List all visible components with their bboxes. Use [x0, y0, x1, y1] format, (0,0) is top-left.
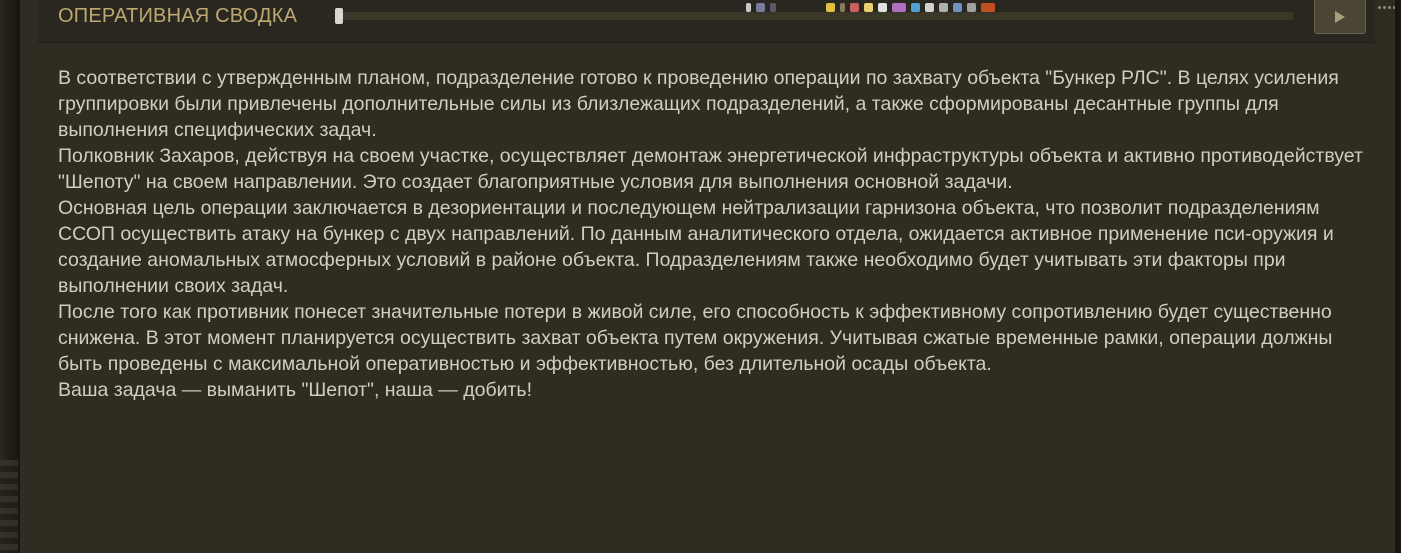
tray-icon[interactable]	[746, 2, 751, 12]
tray-icon[interactable]	[911, 2, 920, 12]
left-decoration	[0, 460, 18, 553]
tray-icon[interactable]	[850, 2, 859, 12]
play-button[interactable]	[1314, 0, 1366, 34]
tray-icon[interactable]	[981, 2, 995, 12]
audio-progress-thumb[interactable]	[335, 8, 343, 24]
right-border	[1395, 0, 1401, 553]
tray-icon[interactable]	[840, 2, 845, 12]
tray-icon[interactable]	[770, 2, 776, 12]
tray-icon[interactable]	[756, 2, 765, 12]
tray-icon[interactable]	[878, 2, 887, 12]
taskbar-tray	[742, 0, 1024, 14]
tray-icon[interactable]	[953, 2, 962, 12]
briefing-title: ОПЕРАТИВНАЯ СВОДКА	[58, 5, 298, 27]
tray-icon[interactable]	[826, 2, 835, 12]
tray-icon[interactable]	[892, 2, 906, 12]
briefing-panel: ОПЕРАТИВНАЯ СВОДКА В соответствии с утве…	[20, 0, 1395, 553]
left-border	[0, 0, 20, 553]
briefing-paragraph: В соответствии с утвержденным планом, по…	[58, 67, 1339, 141]
tray-icon[interactable]	[864, 2, 873, 12]
tray-icon[interactable]	[925, 2, 934, 12]
briefing-header: ОПЕРАТИВНАЯ СВОДКА	[38, 0, 1375, 43]
briefing-paragraph: После того как противник понесет значите…	[58, 301, 1333, 375]
briefing-paragraph: Ваша задача — выманить "Шепот", наша — д…	[58, 379, 533, 401]
briefing-paragraph: Основная цель операции заключается в дез…	[58, 197, 1334, 297]
tray-icon[interactable]	[939, 2, 948, 12]
tray-icon[interactable]	[781, 3, 821, 12]
play-icon	[1335, 11, 1345, 23]
briefing-text: В соответствии с утвержденным планом, по…	[58, 65, 1368, 403]
briefing-paragraph: Полковник Захаров, действуя на своем уча…	[58, 145, 1363, 193]
tray-icon[interactable]	[967, 2, 976, 12]
